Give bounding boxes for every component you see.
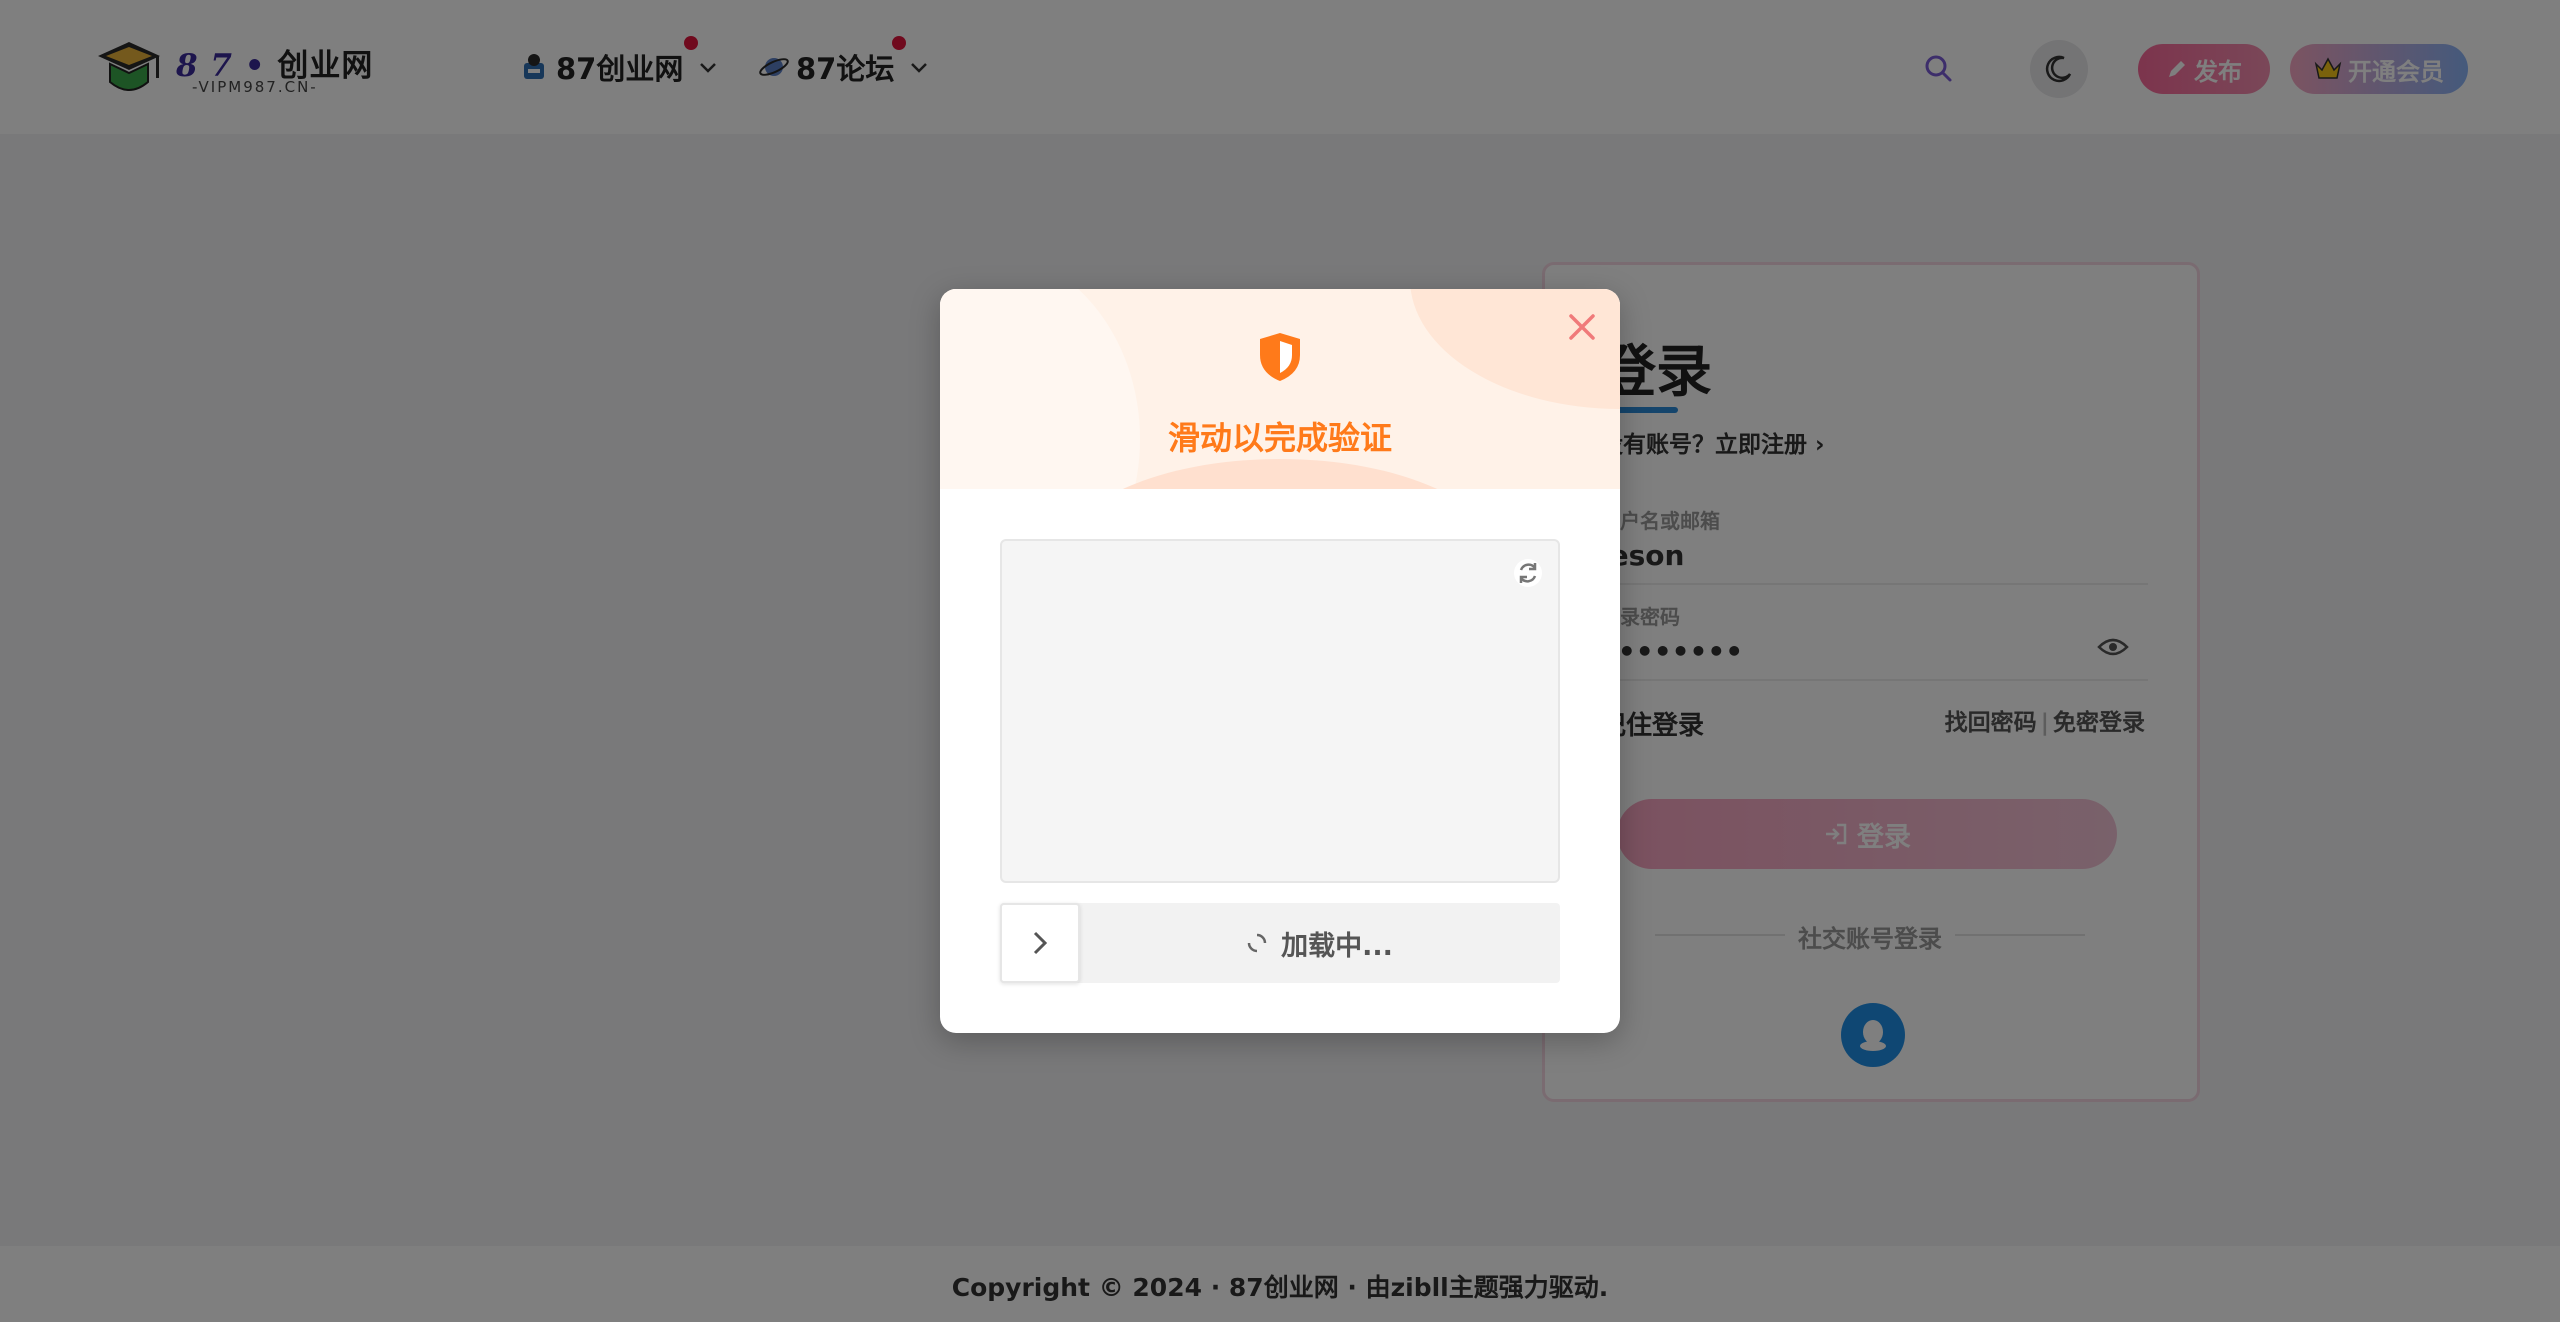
captcha-slider-track[interactable]: 加载中...: [1000, 903, 1560, 983]
header-decoration: [1410, 289, 1620, 409]
header-decoration: [940, 289, 1140, 489]
captcha-title: 滑动以完成验证: [1167, 419, 1392, 457]
captcha-header: 滑动以完成验证: [940, 289, 1620, 489]
captcha-status-text: 加载中...: [1281, 930, 1393, 962]
close-icon[interactable]: [1564, 309, 1600, 345]
spinner-icon: [1247, 933, 1267, 953]
captcha-modal: 滑动以完成验证 加载中...: [940, 289, 1620, 1033]
captcha-status: 加载中...: [1080, 903, 1560, 983]
shield-icon: [1260, 333, 1300, 381]
captcha-slider-handle[interactable]: [1000, 903, 1080, 983]
refresh-icon[interactable]: [1512, 557, 1544, 589]
chevron-right-icon: [1033, 931, 1048, 955]
captcha-image-area: [1000, 539, 1560, 883]
